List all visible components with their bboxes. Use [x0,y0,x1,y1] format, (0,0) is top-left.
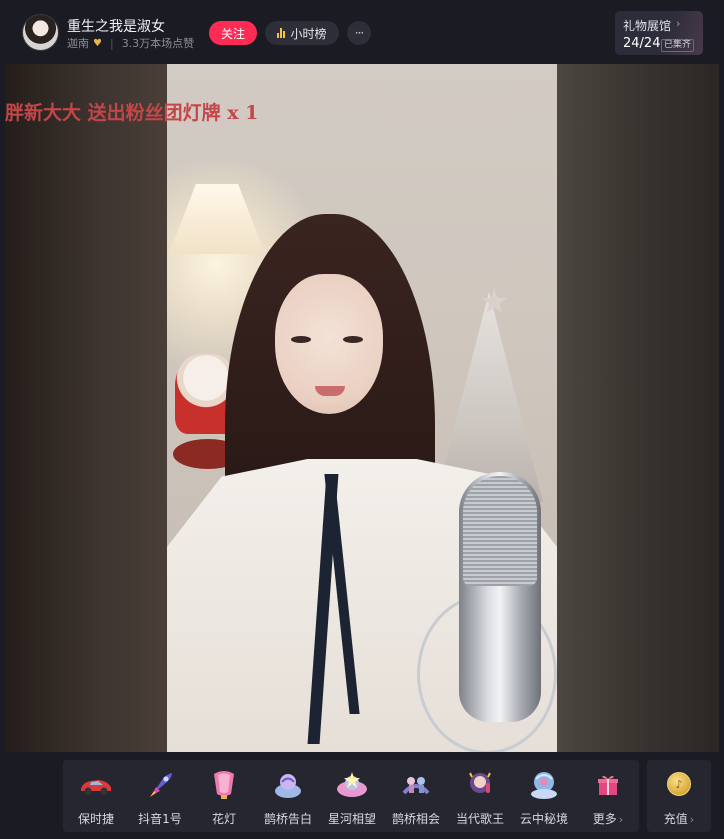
singer-icon [463,768,497,802]
gift-galaxy-gaze[interactable]: 星河相望 [319,760,383,832]
magpie-bridge-icon [271,768,305,802]
blurred-background-left [5,64,167,752]
gift-label: 云中秘境 [519,812,568,826]
gift-hall-progress: 24/24 [623,36,661,51]
gift-notification-banner: 胖新大大 送出粉丝团灯牌 x 1 [5,102,259,124]
hourly-rank-button[interactable]: 小时榜 [265,21,339,45]
lantern-icon [207,768,241,802]
follow-button[interactable]: 关注 [209,21,257,45]
gift-label: 更多 › [575,810,641,827]
hourly-rank-label: 小时榜 [290,26,327,41]
gift-box-icon [591,768,625,802]
gift-bar: 保时捷 抖音1号 花灯 鹊桥告白 星河相望 鹊桥相会 当代歌王 云中秘境 更多 … [0,752,724,839]
gift-panel: 保时捷 抖音1号 花灯 鹊桥告白 星河相望 鹊桥相会 当代歌王 云中秘境 更多 … [63,760,639,832]
room-header: 重生之我是淑女 迦南 ♥ | 3.3万本场点赞 关注 小时榜 ··· 礼物展馆 … [0,0,724,64]
gift-label: 花灯 [211,812,236,826]
gift-magpie-confession[interactable]: 鹊桥告白 [255,760,319,832]
gift-cloud-realm[interactable]: 云中秘境 [511,760,575,832]
butterfly-icon: ♥ [93,37,102,49]
gift-singer-king[interactable]: 当代歌王 [447,760,511,832]
live-video-frame[interactable]: ★ [167,64,557,752]
gift-bridge-meeting[interactable]: 鹊桥相会 [383,760,447,832]
coin-icon: ♪ [667,772,691,796]
likes-count: 3.3万本场点赞 [121,37,195,50]
gift-more-button[interactable]: 更多 › [575,760,639,832]
rank-bars-icon [277,28,286,38]
cloud-realm-icon [527,768,561,802]
recharge-label: 充值 [663,812,688,826]
gift-hall-title: 礼物展馆 [623,19,672,33]
live-room: 重生之我是淑女 迦南 ♥ | 3.3万本场点赞 关注 小时榜 ··· 礼物展馆 … [0,0,724,839]
gift-lantern[interactable]: 花灯 [191,760,255,832]
galaxy-icon [335,768,369,802]
gift-label: 保时捷 [77,812,114,826]
eye-left [291,336,311,343]
gift-label: 鹊桥相会 [391,812,440,826]
anchor-meta: 迦南 ♥ | 3.3万本场点赞 [67,35,194,51]
blurred-background-right [557,64,719,752]
more-label: 更多 [592,812,617,826]
recharge-button[interactable]: ♪ 充值 › [647,760,711,832]
recharge-label-row: 充值 › [647,810,711,827]
gift-rocket[interactable]: 抖音1号 [127,760,191,832]
gift-hall-card[interactable]: 礼物展馆 › 24/24 已集齐 [615,11,703,55]
chevron-right-icon: › [689,813,695,826]
gift-hall-badge: 已集齐 [661,39,695,52]
chevron-right-icon: › [618,813,624,826]
anchor-name[interactable]: 重生之我是淑女 [67,16,165,36]
microphone-grille [463,476,537,586]
sports-car-icon [79,768,113,802]
eye-right [343,336,363,343]
gift-label: 抖音1号 [138,812,182,826]
anchor-avatar[interactable] [22,14,59,51]
divider: | [109,36,114,50]
gift-porsche[interactable]: 保时捷 [63,760,127,832]
star-icon: ★ [479,282,510,322]
gift-label: 当代歌王 [455,812,504,826]
more-options-button[interactable]: ··· [347,21,371,45]
video-stage[interactable]: ★ 胖新大大 送出粉丝团灯牌 x 1 [5,64,719,752]
gift-label: 鹊桥告白 [263,812,312,826]
rocket-icon [143,768,177,802]
bridge-meeting-icon [399,768,433,802]
gift-label: 星河相望 [327,812,376,826]
anchor-handle: 迦南 [67,37,89,50]
chevron-right-icon: › [676,17,681,30]
